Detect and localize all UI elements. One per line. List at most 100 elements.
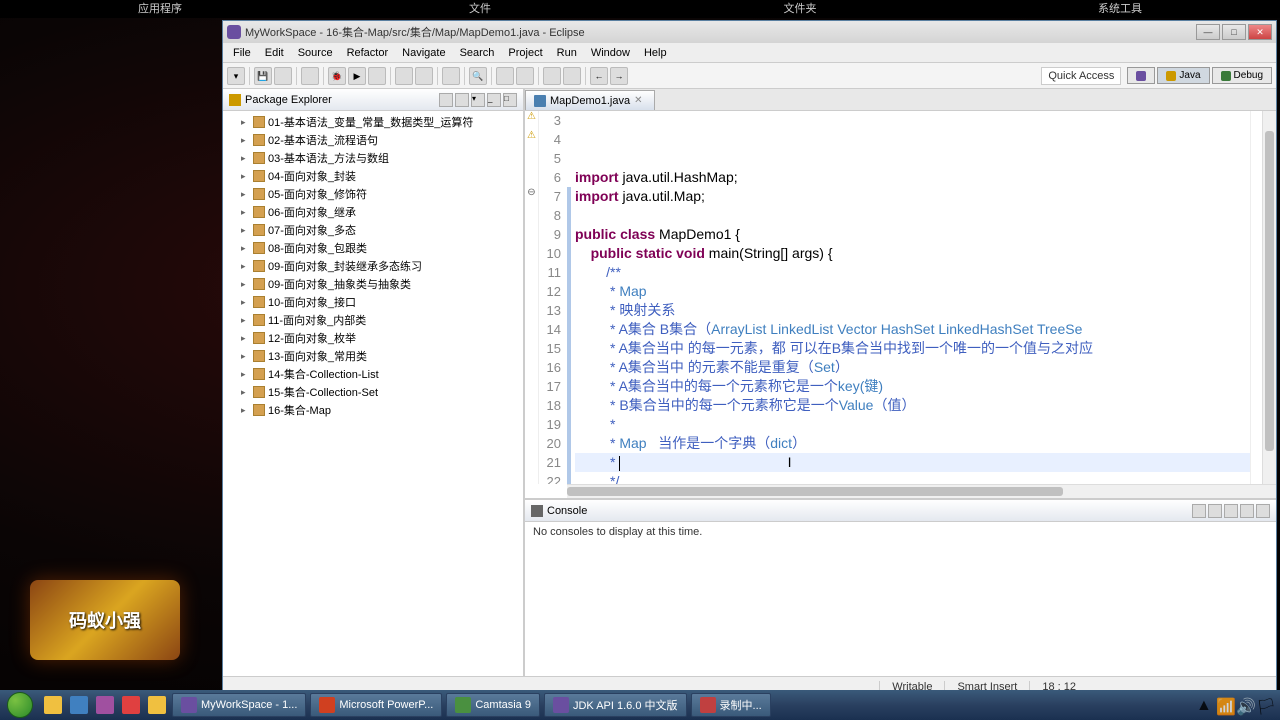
tree-item[interactable]: ▸10-面向对象_接口 [223,293,523,311]
pinned-chrome-icon[interactable] [122,696,140,714]
forward-icon[interactable]: → [610,67,628,85]
task-recording[interactable]: 录制中... [691,693,771,717]
tree-item[interactable]: ▸11-面向对象_内部类 [223,311,523,329]
horizontal-scrollbar[interactable] [567,484,1276,498]
toolbar: ▾ 💾 🐞 ▶ 🔍 ← → Quick Access Java Debug [223,63,1276,89]
code-editor[interactable]: ⚠⚠⊖ 34567891011121314151617181920212223 … [525,111,1276,484]
toggle-block-icon[interactable] [516,67,534,85]
task-jdk-api[interactable]: JDK API 1.6.0 中文版 [544,693,687,717]
debug-perspective-button[interactable]: Debug [1212,67,1272,84]
topbar-apps[interactable]: 应用程序 [0,0,320,18]
tree-item[interactable]: ▸05-面向对象_修饰符 [223,185,523,203]
save-icon[interactable]: 💾 [254,67,272,85]
close-tab-icon[interactable]: ✕ [634,95,646,106]
maximize-console-icon[interactable] [1256,504,1270,518]
tray-flag-icon[interactable]: 🏳 [1256,697,1272,713]
save-all-icon[interactable] [274,67,292,85]
tree-item[interactable]: ▸01-基本语法_变量_常量_数据类型_运算符 [223,113,523,131]
package-explorer-title: Package Explorer [245,94,439,106]
open-perspective-button[interactable] [1127,67,1155,84]
windows-taskbar: MyWorkSpace - 1... Microsoft PowerP... C… [0,690,1280,720]
task-powerpoint[interactable]: Microsoft PowerP... [310,693,442,717]
tree-item[interactable]: ▸04-面向对象_封装 [223,167,523,185]
tree-item[interactable]: ▸09-面向对象_封装继承多态练习 [223,257,523,275]
quick-access[interactable]: Quick Access [1041,67,1121,85]
tray-volume-icon[interactable]: 🔊 [1236,697,1252,713]
debug-icon[interactable]: 🐞 [328,67,346,85]
menu-run[interactable]: Run [551,45,583,61]
java-file-icon [534,95,546,107]
collapse-all-icon[interactable] [439,93,453,107]
task-camtasia[interactable]: Camtasia 9 [446,693,540,717]
tray-network-icon[interactable]: 📶 [1216,697,1232,713]
tree-item[interactable]: ▸15-集合-Collection-Set [223,383,523,401]
tree-item[interactable]: ▸03-基本语法_方法与数组 [223,149,523,167]
eclipse-window: MyWorkSpace - 16-集合-Map/src/集合/Map/MapDe… [222,20,1277,697]
link-editor-icon[interactable] [455,93,469,107]
back-icon[interactable]: ← [590,67,608,85]
new-icon[interactable]: ▾ [227,67,245,85]
build-icon[interactable] [301,67,319,85]
system-tray[interactable]: ▲ 📶 🔊 🏳 [1196,697,1280,713]
package-tree[interactable]: ▸01-基本语法_变量_常量_数据类型_运算符▸02-基本语法_流程语句▸03-… [223,111,523,676]
new-package-icon[interactable] [415,67,433,85]
tree-item[interactable]: ▸16-集合-Map [223,401,523,419]
package-explorer-icon [229,94,241,106]
next-annotation-icon[interactable] [563,67,581,85]
pinned-app-icon[interactable] [96,696,114,714]
tree-item[interactable]: ▸13-面向对象_常用类 [223,347,523,365]
search-icon[interactable]: 🔍 [469,67,487,85]
minimize-view-icon[interactable]: _ [487,93,501,107]
menu-project[interactable]: Project [502,45,548,61]
toggle-mark-icon[interactable] [496,67,514,85]
view-menu-icon[interactable]: ▾ [471,93,485,107]
pinned-folder-icon[interactable] [148,696,166,714]
tree-item[interactable]: ▸14-集合-Collection-List [223,365,523,383]
display-console-icon[interactable] [1208,504,1222,518]
pin-console-icon[interactable] [1192,504,1206,518]
open-type-icon[interactable] [442,67,460,85]
tree-item[interactable]: ▸07-面向对象_多态 [223,221,523,239]
task-eclipse[interactable]: MyWorkSpace - 1... [172,693,306,717]
menu-search[interactable]: Search [454,45,501,61]
minimize-button[interactable]: — [1196,24,1220,40]
tree-item[interactable]: ▸06-面向对象_继承 [223,203,523,221]
topbar-folders[interactable]: 文件夹 [640,0,960,18]
pinned-ie-icon[interactable] [70,696,88,714]
maximize-button[interactable]: □ [1222,24,1246,40]
menu-source[interactable]: Source [292,45,339,61]
overview-ruler[interactable] [1250,111,1262,484]
titlebar[interactable]: MyWorkSpace - 16-集合-Map/src/集合/Map/MapDe… [223,21,1276,43]
editor-tab-mapdemo1[interactable]: MapDemo1.java ✕ [525,90,655,110]
topbar-tools[interactable]: 系统工具 [960,0,1280,18]
start-button[interactable] [0,690,40,720]
new-class-icon[interactable] [395,67,413,85]
vertical-scrollbar[interactable] [1262,111,1276,484]
package-explorer-panel: Package Explorer ▾ _ □ ▸01-基本语法_变量_常量_数据… [223,89,525,676]
menu-edit[interactable]: Edit [259,45,290,61]
topbar-files[interactable]: 文件 [320,0,640,18]
menu-navigate[interactable]: Navigate [396,45,451,61]
console-title: Console [547,505,1192,517]
pinned-explorer-icon[interactable] [44,696,62,714]
console-body: No consoles to display at this time. [525,522,1276,676]
menu-file[interactable]: File [227,45,257,61]
tree-item[interactable]: ▸08-面向对象_包跟类 [223,239,523,257]
java-perspective-button[interactable]: Java [1157,67,1209,84]
close-button[interactable]: ✕ [1248,24,1272,40]
open-console-icon[interactable] [1224,504,1238,518]
menu-window[interactable]: Window [585,45,636,61]
run-last-icon[interactable] [368,67,386,85]
tree-item[interactable]: ▸09-面向对象_抽象类与抽象类 [223,275,523,293]
console-header: Console [525,500,1276,522]
tray-up-icon[interactable]: ▲ [1196,697,1212,713]
maximize-view-icon[interactable]: □ [503,93,517,107]
tree-item[interactable]: ▸02-基本语法_流程语句 [223,131,523,149]
prev-annotation-icon[interactable] [543,67,561,85]
minimize-console-icon[interactable] [1240,504,1254,518]
menu-help[interactable]: Help [638,45,673,61]
run-icon[interactable]: ▶ [348,67,366,85]
tree-item[interactable]: ▸12-面向对象_枚举 [223,329,523,347]
eclipse-icon [227,25,241,39]
menu-refactor[interactable]: Refactor [341,45,395,61]
